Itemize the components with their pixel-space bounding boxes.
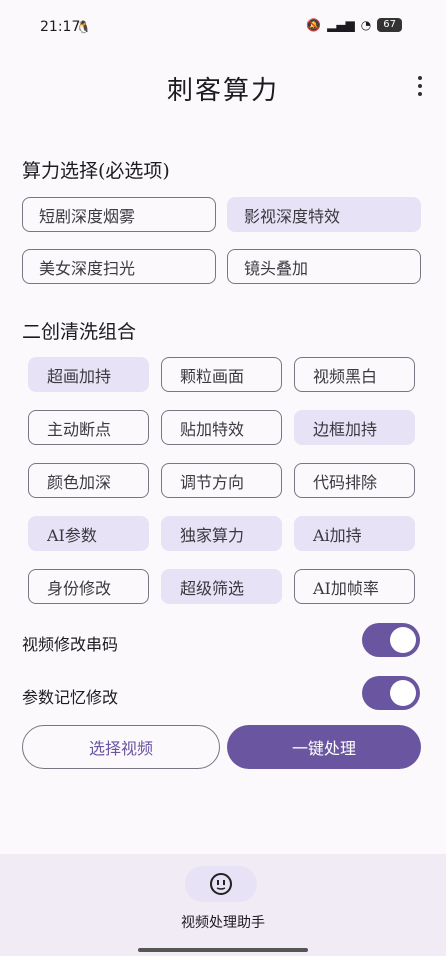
combo-option-chip[interactable]: AI参数 [28,516,149,551]
toggle-label-serial: 视频修改串码 [22,635,119,654]
combo-option-chip[interactable]: AI加帧率 [294,569,415,604]
process-button[interactable]: 一键处理 [227,725,421,769]
combo-option-chip[interactable]: 身份修改 [28,569,149,604]
combo-option-chip[interactable]: 颜色加深 [28,463,149,498]
combo-option-chip[interactable]: 超画加持 [28,357,149,392]
combo-option-chip[interactable]: 超级筛选 [161,569,282,604]
status-time: 21:17 [40,19,81,35]
section-title-combo: 二创清洗组合 [22,321,137,343]
nav-item-assistant[interactable] [185,866,257,902]
mute-icon: 🔕 [306,18,322,32]
status-icons: 🔕 ▂▄▆ ◔ 67 [306,18,402,32]
page-title: 刺客算力 [166,76,279,106]
compute-option-chip[interactable]: 镜头叠加 [227,249,421,284]
compute-option-chip[interactable]: 影视深度特效 [227,197,421,232]
wifi-icon: ◔ [360,18,372,32]
section-title-compute: 算力选择(必选项) [22,160,170,182]
combo-option-chip[interactable]: 调节方向 [161,463,282,498]
combo-option-chip[interactable]: 主动断点 [28,410,149,445]
toggle-serial-switch[interactable] [362,623,420,657]
compute-option-chip[interactable]: 短剧深度烟雾 [22,197,216,232]
combo-option-chip[interactable]: 代码排除 [294,463,415,498]
robot-face-icon [210,873,232,895]
combo-option-chip[interactable]: 边框加持 [294,410,415,445]
more-options-icon[interactable] [416,76,424,96]
combo-option-chip[interactable]: 视频黑白 [294,357,415,392]
combo-option-chip[interactable]: 独家算力 [161,516,282,551]
combo-option-chip[interactable]: Ai加持 [294,516,415,551]
combo-option-chip[interactable]: 贴加特效 [161,410,282,445]
toggle-label-memory: 参数记忆修改 [22,688,119,707]
qq-notification-icon: 🐧 [76,20,91,34]
home-indicator[interactable] [138,948,308,952]
signal-icon: ▂▄▆ [327,18,355,32]
combo-option-chip[interactable]: 颗粒画面 [161,357,282,392]
select-video-button[interactable]: 选择视频 [22,725,220,769]
compute-option-chip[interactable]: 美女深度扫光 [22,249,216,284]
nav-label-assistant: 视频处理助手 [181,915,265,931]
battery-icon: 67 [377,18,402,32]
toggle-memory-switch[interactable] [362,676,420,710]
